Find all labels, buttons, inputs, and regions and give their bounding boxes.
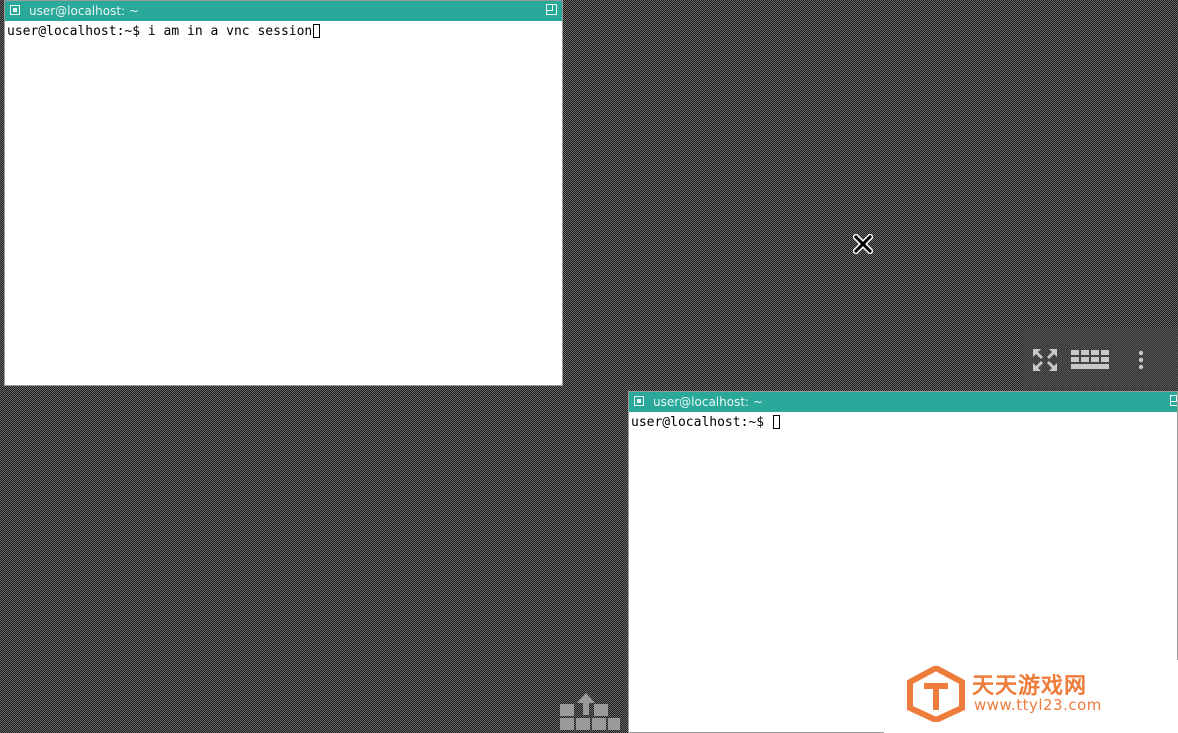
keyboard-icon[interactable] bbox=[1070, 348, 1110, 372]
terminal-screen[interactable]: user@localhost:~$ i am in a vnc session bbox=[5, 21, 562, 43]
terminal-titlebar[interactable]: user@localhost: ~ bbox=[629, 392, 1177, 412]
upload-icon[interactable] bbox=[558, 690, 622, 732]
terminal-command: i am in a vnc session bbox=[147, 24, 313, 39]
terminal-window-1[interactable]: user@localhost: ~ user@localhost:~$ i am… bbox=[4, 0, 563, 386]
terminal-title: user@localhost: ~ bbox=[29, 4, 139, 18]
terminal-prompt: user@localhost:~$ bbox=[7, 24, 148, 39]
terminal-prompt: user@localhost:~$ bbox=[631, 415, 772, 430]
window-menu-icon[interactable] bbox=[10, 5, 20, 15]
window-menu-icon[interactable] bbox=[634, 396, 644, 406]
site-logo-icon bbox=[907, 666, 965, 722]
fullscreen-icon[interactable] bbox=[1032, 348, 1058, 372]
x-cursor-icon bbox=[853, 234, 873, 254]
text-cursor bbox=[772, 415, 780, 429]
more-vertical-icon[interactable] bbox=[1136, 348, 1146, 372]
text-cursor bbox=[313, 24, 321, 38]
vnc-toolbar bbox=[1020, 328, 1178, 390]
terminal-titlebar[interactable]: user@localhost: ~ bbox=[5, 1, 562, 21]
window-resize-icon[interactable] bbox=[1170, 395, 1177, 406]
terminal-title: user@localhost: ~ bbox=[653, 395, 763, 409]
watermark: 天天游戏网 www.ttyl23.com bbox=[884, 660, 1178, 733]
window-resize-icon[interactable] bbox=[546, 4, 557, 15]
watermark-url: www.ttyl23.com bbox=[974, 696, 1102, 714]
terminal-screen[interactable]: user@localhost:~$ bbox=[629, 412, 1177, 434]
